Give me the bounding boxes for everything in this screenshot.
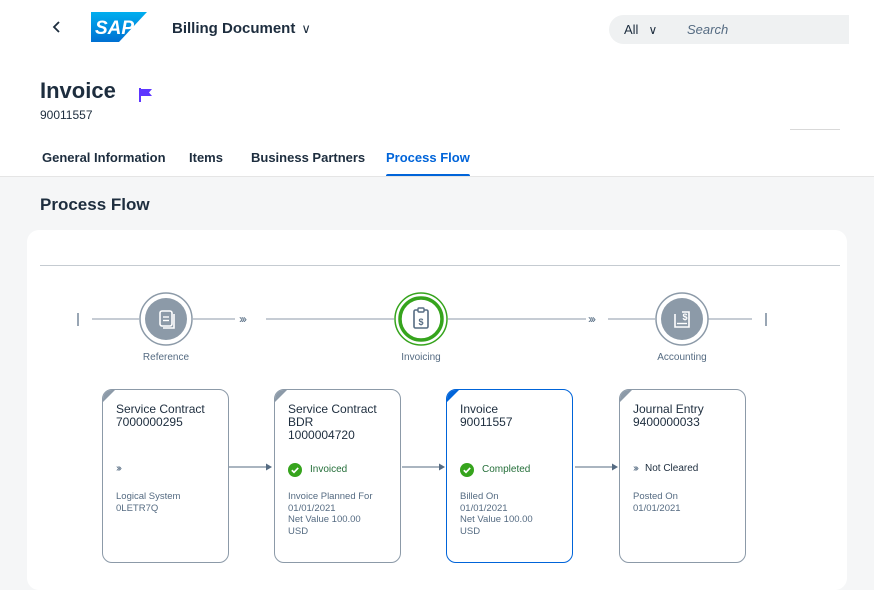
tab-general-information[interactable]: General Information — [42, 150, 166, 166]
node-title-line: 7000000295 — [116, 415, 183, 429]
node-info: Logical System 0LETR7Q — [116, 491, 226, 514]
node-title: Invoice 90011557 — [460, 403, 570, 429]
node-title-line: 90011557 — [460, 415, 513, 429]
process-node-invoice[interactable]: Invoice 90011557 Completed Billed On 01/… — [446, 389, 573, 563]
node-info-line: Posted On — [633, 491, 678, 502]
divider — [0, 176, 874, 177]
svg-text:$: $ — [682, 312, 687, 322]
check-circle-icon — [460, 463, 474, 477]
search-scope-select[interactable]: All ∨ — [624, 22, 657, 37]
node-info-line: 01/01/2021 — [633, 502, 681, 514]
status-arrows-icon: ››› — [116, 463, 122, 474]
node-title-line: 9400000033 — [633, 415, 700, 429]
chevron-down-icon: ∨ — [301, 21, 311, 36]
process-node-service-contract-bdr[interactable]: Service Contract BDR 1000004720 Invoiced… — [274, 389, 401, 563]
node-status: ››› — [116, 463, 122, 475]
page-subtitle: 90011557 — [40, 108, 93, 122]
node-info-line: USD — [288, 525, 309, 537]
svg-text:SAP: SAP — [95, 18, 134, 39]
document-icon — [139, 292, 193, 346]
svg-text:$: $ — [418, 317, 423, 327]
tab-process-flow[interactable]: Process Flow — [386, 150, 470, 177]
lane-accounting[interactable]: $ — [655, 292, 709, 346]
tab-label: Items — [189, 150, 223, 165]
node-status: ››› Not Cleared — [633, 463, 698, 475]
app-title: Billing Document — [172, 20, 296, 37]
accounting-document-icon: $ — [655, 292, 709, 346]
chevron-left-icon — [52, 21, 60, 33]
lane-reference[interactable] — [139, 292, 193, 346]
node-info-line: Logical System — [116, 491, 181, 502]
divider — [790, 129, 840, 130]
process-node-service-contract[interactable]: Service Contract 7000000295 ››› Logical … — [102, 389, 229, 563]
node-corner — [103, 390, 115, 402]
shell-bar: SAP Billing Document ∨ All ∨ Search — [0, 0, 874, 58]
process-node-journal-entry[interactable]: Journal Entry 9400000033 ››› Not Cleared… — [619, 389, 746, 563]
sap-logo[interactable]: SAP — [91, 12, 147, 42]
node-info: Posted On 01/01/2021 — [633, 491, 743, 514]
section-title: Process Flow — [40, 195, 150, 214]
node-info-line: 01/01/2021 — [288, 502, 336, 514]
tab-business-partners[interactable]: Business Partners — [251, 150, 365, 166]
node-info-line: 01/01/2021 — [460, 502, 508, 514]
status-text: Invoiced — [310, 464, 348, 475]
invoice-icon: $ — [394, 292, 448, 346]
lane-invoicing[interactable]: $ — [394, 292, 448, 346]
divider — [40, 265, 840, 266]
status-text: Completed — [482, 464, 531, 475]
node-info-line: USD — [460, 525, 481, 537]
search-field[interactable]: All ∨ Search — [609, 15, 849, 44]
node-info-line: Billed On — [460, 491, 499, 502]
node-info-line: 0LETR7Q — [116, 502, 159, 514]
tab-label: Process Flow — [386, 150, 470, 165]
node-title: Journal Entry 9400000033 — [633, 403, 743, 429]
check-circle-icon — [288, 463, 302, 477]
page-title: Invoice — [40, 78, 116, 103]
search-scope-label: All — [624, 22, 639, 37]
node-info-line: Invoice Planned For — [288, 491, 373, 502]
app-title-menu[interactable]: Billing Document ∨ — [172, 20, 311, 38]
node-info: Invoice Planned For 01/01/2021 Net Value… — [288, 491, 398, 537]
node-title: Service Contract BDR 1000004720 — [288, 403, 398, 442]
status-text: Not Cleared — [645, 463, 699, 474]
tab-items[interactable]: Items — [189, 150, 223, 166]
chevron-down-icon: ∨ — [648, 23, 658, 37]
node-info-line: Net Value 100.00 — [460, 514, 533, 525]
lane-connector-arrows: ››› — [588, 312, 596, 326]
tab-label: Business Partners — [251, 150, 366, 165]
tab-bar: General Information Items Business Partn… — [0, 150, 874, 177]
lane-label: Accounting — [657, 352, 707, 363]
node-status: Invoiced — [288, 463, 347, 477]
node-corner — [447, 390, 459, 402]
node-info-line: Net Value 100.00 — [288, 514, 361, 525]
node-corner — [620, 390, 632, 402]
search-input[interactable]: Search — [687, 22, 728, 37]
status-arrows-icon: ››› — [633, 463, 639, 474]
node-title-line: 1000004720 — [288, 428, 355, 442]
lane-connector-arrows: ››› — [239, 312, 247, 326]
node-info: Billed On 01/01/2021 Net Value 100.00 US… — [460, 491, 570, 537]
node-title: Service Contract 7000000295 — [116, 403, 226, 429]
node-status: Completed — [460, 463, 530, 477]
lane-label: Invoicing — [401, 352, 441, 363]
node-corner — [275, 390, 287, 402]
lane-label: Reference — [142, 352, 190, 363]
back-button[interactable] — [52, 20, 62, 38]
flag-icon[interactable] — [139, 88, 152, 102]
tab-label: General Information — [42, 150, 166, 165]
